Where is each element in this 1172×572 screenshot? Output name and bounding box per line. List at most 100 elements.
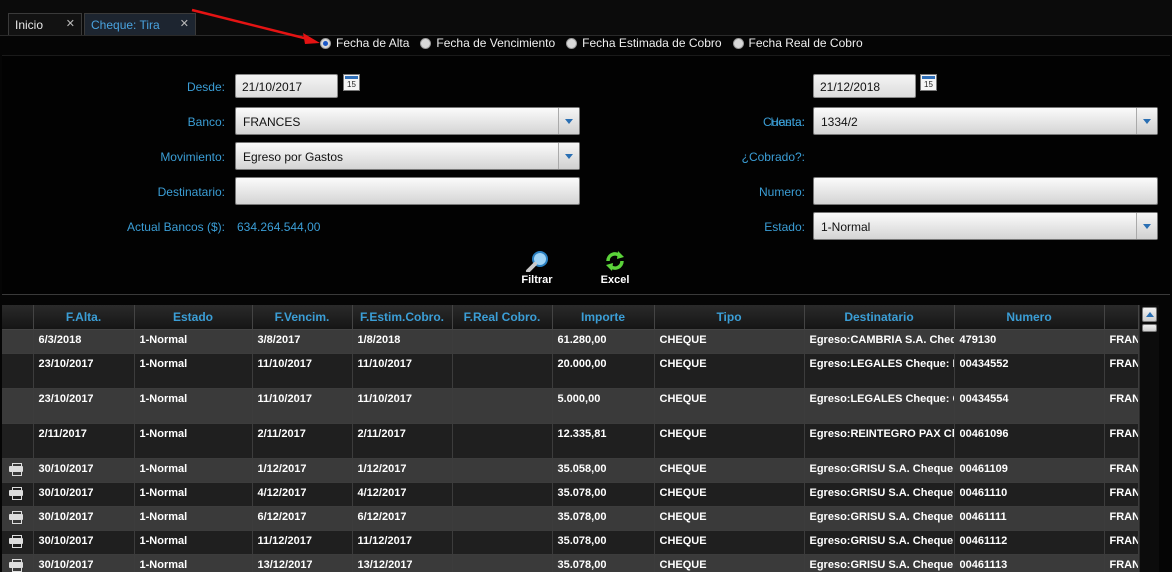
table-cell: 00461113: [954, 554, 1105, 572]
table-cell: Egreso:CAMBRIA S.A. Cheque: [804, 329, 955, 354]
destinatario-input[interactable]: [235, 177, 580, 205]
table-row[interactable]: 30/10/2017 1-Normal 4/12/2017 4/12/2017 35.0…: [2, 482, 1139, 507]
radio-icon[interactable]: [420, 37, 432, 49]
hasta-label: Hasta:: [770, 115, 805, 129]
column-header[interactable]: F.Vencim.: [252, 305, 353, 330]
table-row[interactable]: 30/10/2017 1-Normal 13/12/2017 13/12/2017 35…: [2, 554, 1139, 572]
print-cell[interactable]: [2, 458, 34, 483]
radio-selected-icon[interactable]: [320, 37, 331, 49]
table-row[interactable]: 30/10/2017 1-Normal 1/12/2017 1/12/2017 35.0…: [2, 458, 1139, 483]
table-cell: 479130: [954, 329, 1105, 354]
radio-fecha-estimada-cobro[interactable]: Fecha Estimada de Cobro: [566, 36, 722, 50]
banco-select[interactable]: FRANCES: [235, 107, 580, 135]
excel-button[interactable]: Excel: [592, 250, 638, 286]
hasta-date-input[interactable]: 21/12/2018: [813, 74, 916, 98]
radio-icon[interactable]: [566, 37, 578, 49]
filter-panel: Desde: 21/10/2017 15 21/12/2018 15 Banco…: [2, 55, 1170, 295]
tab-bar: Inicio ✕ Cheque: Tira ✕: [0, 0, 1172, 36]
table-cell: 6/12/2017: [252, 506, 353, 531]
excel-label: Excel: [600, 274, 630, 286]
table-cell: 12.335,81: [552, 423, 655, 459]
table-cell: CHEQUE: [654, 506, 805, 531]
print-cell[interactable]: [2, 482, 34, 507]
printer-icon[interactable]: [9, 558, 23, 572]
tab-label: Cheque: Tira: [91, 17, 160, 32]
movimiento-select[interactable]: Egreso por Gastos: [235, 142, 580, 170]
column-header[interactable]: F.Estim.Cobro.: [352, 305, 453, 330]
numero-label: Numero:: [758, 185, 805, 199]
radio-fecha-alta[interactable]: Fecha de Alta: [320, 36, 409, 50]
cuenta-selected-value: 1334/2: [821, 115, 858, 129]
print-cell: [2, 388, 34, 424]
print-cell[interactable]: [2, 554, 34, 572]
column-header[interactable]: F.Alta.: [33, 305, 135, 330]
table-cell: FRANC: [1104, 530, 1139, 555]
table-cell: 1-Normal: [134, 329, 253, 354]
table-row[interactable]: 23/10/2017 1-Normal 11/10/2017 11/10/2017 20…: [2, 353, 1139, 389]
red-arrow-annotation: [191, 8, 320, 44]
cobrado-label: ¿Cobrado?:: [741, 150, 805, 164]
table-cell: 1-Normal: [134, 353, 253, 389]
table-cell: 1/12/2017: [252, 458, 353, 483]
print-cell[interactable]: [2, 530, 34, 555]
tab-cheque-tira[interactable]: Cheque: Tira ✕: [84, 13, 196, 35]
table-cell: Egreso:LEGALES Cheque: GI: [804, 388, 955, 424]
column-header[interactable]: Estado: [134, 305, 253, 330]
table-cell: 11/10/2017: [352, 353, 453, 389]
numero-input[interactable]: [813, 177, 1158, 205]
cuenta-select[interactable]: 1334/2: [813, 107, 1158, 135]
calendar-icon[interactable]: 15: [343, 74, 360, 91]
close-icon[interactable]: ✕: [66, 17, 75, 30]
chevron-down-icon[interactable]: [558, 143, 579, 169]
printer-icon[interactable]: [9, 510, 23, 524]
tab-inicio[interactable]: Inicio ✕: [8, 13, 82, 35]
table-row[interactable]: 6/3/2018 1-Normal 3/8/2017 1/8/2018 61.280,0…: [2, 329, 1139, 354]
printer-icon[interactable]: [9, 486, 23, 500]
column-header[interactable]: Numero: [954, 305, 1105, 330]
movimiento-selected-value: Egreso por Gastos: [243, 150, 344, 164]
table-cell: 1-Normal: [134, 388, 253, 424]
chevron-down-icon[interactable]: [1136, 213, 1157, 239]
table-cell: CHEQUE: [654, 482, 805, 507]
radio-label: Fecha de Alta: [336, 36, 410, 50]
table-cell: 5.000,00: [552, 388, 655, 424]
table-cell: 23/10/2017: [33, 353, 135, 389]
table-cell: FRANC: [1104, 388, 1139, 424]
scroll-up-icon[interactable]: [1142, 307, 1157, 322]
grid-vertical-scrollbar[interactable]: [1139, 305, 1159, 572]
table-row[interactable]: 30/10/2017 1-Normal 11/12/2017 11/12/2017 35…: [2, 530, 1139, 555]
column-header[interactable]: Tipo: [654, 305, 805, 330]
print-cell[interactable]: [2, 506, 34, 531]
radio-fecha-real-cobro[interactable]: Fecha Real de Cobro: [732, 36, 863, 50]
close-icon[interactable]: ✕: [180, 17, 189, 30]
chevron-down-icon[interactable]: [1136, 108, 1157, 134]
column-header[interactable]: [1104, 305, 1139, 330]
table-cell: 23/10/2017: [33, 388, 135, 424]
column-header[interactable]: Importe: [552, 305, 655, 330]
column-header[interactable]: F.Real Cobro.: [452, 305, 553, 330]
printer-icon[interactable]: [9, 534, 23, 548]
table-cell: 00434552: [954, 353, 1105, 389]
table-cell: [452, 329, 553, 354]
table-cell: 00461111: [954, 506, 1105, 531]
estado-select[interactable]: 1-Normal: [813, 212, 1158, 240]
chevron-down-icon[interactable]: [558, 108, 579, 134]
table-row[interactable]: 30/10/2017 1-Normal 6/12/2017 6/12/2017 35.0…: [2, 506, 1139, 531]
desde-date-input[interactable]: 21/10/2017: [235, 74, 338, 98]
table-cell: FRANC: [1104, 458, 1139, 483]
table-row[interactable]: 2/11/2017 1-Normal 2/11/2017 2/11/2017 12.33…: [2, 423, 1139, 459]
table-cell: 20.000,00: [552, 353, 655, 389]
table-row[interactable]: 23/10/2017 1-Normal 11/10/2017 11/10/2017 5.…: [2, 388, 1139, 424]
banco-selected-value: FRANCES: [243, 115, 301, 129]
printer-icon[interactable]: [9, 462, 23, 476]
movimiento-label: Movimiento:: [160, 150, 225, 164]
filtrar-button[interactable]: Filtrar: [514, 250, 560, 286]
table-cell: 00461109: [954, 458, 1105, 483]
scroll-thumb[interactable]: [1142, 324, 1157, 332]
radio-icon[interactable]: [732, 37, 744, 49]
calendar-icon[interactable]: 15: [920, 74, 937, 91]
table-cell: 11/10/2017: [252, 388, 353, 424]
radio-fecha-vencimiento[interactable]: Fecha de Vencimiento: [420, 36, 555, 50]
column-header[interactable]: Destinatario: [804, 305, 955, 330]
table-cell: 30/10/2017: [33, 554, 135, 572]
